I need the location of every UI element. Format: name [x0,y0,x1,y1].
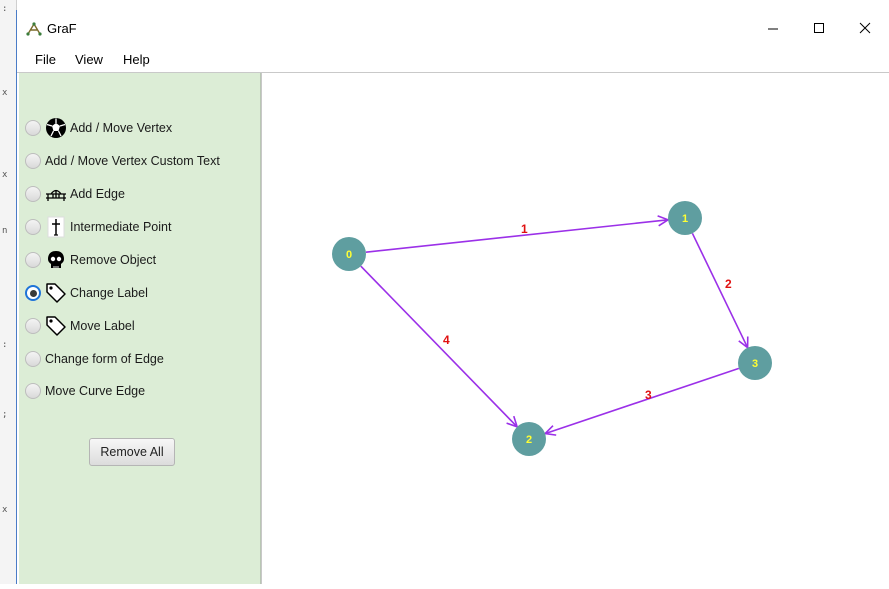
app-window: GraF File View Help Add / Move Vertex Ad… [16,10,889,584]
radio-add-edge[interactable] [25,186,41,202]
option-label: Add / Move Vertex Custom Text [45,154,220,168]
radio-add-move-vertex-custom-text[interactable] [25,153,41,169]
edge-3-2[interactable] [545,367,740,433]
menu-help[interactable]: Help [123,52,150,67]
radio-move-curve-edge[interactable] [25,383,41,399]
minimize-icon [768,28,778,30]
menu-file[interactable]: File [35,52,56,67]
maximize-icon [814,23,824,33]
option-label: Add Edge [70,187,125,201]
option-label: Remove Object [70,253,157,267]
close-button[interactable] [842,10,888,46]
option-label: Move Curve Edge [45,384,146,398]
graf-logo-icon [26,22,42,36]
option-label: Move Label [70,319,135,333]
graph-svg: 1 2 3 4 0 1 2 3 [332,201,772,456]
option-change-form-of-edge[interactable]: Change form of Edge [25,347,164,371]
graph-canvas[interactable]: 1 2 3 4 0 1 2 3 [263,73,889,584]
remove-all-button[interactable]: Remove All [89,438,175,466]
option-label: Change Label [70,286,148,300]
window-title: GraF [47,21,77,36]
option-intermediate-point[interactable]: Intermediate Point [25,215,171,239]
option-label: Intermediate Point [70,220,172,234]
background-window-strip: : x x n:; x [0,0,17,584]
minimize-button[interactable] [750,10,796,46]
option-add-move-vertex[interactable]: Add / Move Vertex [25,116,172,140]
tag-icon [45,282,67,304]
edge-label[interactable]: 1 [521,222,528,236]
skull-icon [45,249,67,271]
option-remove-object[interactable]: Remove Object [25,248,156,272]
tag-icon [45,315,67,337]
cross-icon [45,216,67,238]
vertex-label: 2 [526,434,532,446]
option-move-label[interactable]: Move Label [25,314,135,338]
option-label: Add / Move Vertex [70,121,173,135]
soccer-ball-icon [45,117,67,139]
radio-change-form-of-edge[interactable] [25,351,41,367]
menu-view[interactable]: View [75,52,103,67]
edge-label[interactable]: 2 [725,277,732,291]
edge-0-2[interactable] [360,265,517,427]
edge-label[interactable]: 3 [645,388,652,402]
vertex-label: 0 [346,249,352,261]
tool-sidebar: Add / Move Vertex Add / Move Vertex Cust… [19,73,261,584]
radio-selected-dot [29,289,37,297]
edge-0-1[interactable] [365,220,668,253]
radio-move-label[interactable] [25,318,41,334]
radio-remove-object[interactable] [25,252,41,268]
menu-bar: File View Help [17,46,889,73]
vertex-label: 1 [682,213,688,225]
bridge-icon [45,183,67,205]
radio-add-move-vertex[interactable] [25,120,41,136]
option-label: Change form of Edge [45,352,164,366]
vertex-label: 3 [752,358,758,370]
title-bar: GraF [17,10,889,46]
option-add-move-vertex-custom-text[interactable]: Add / Move Vertex Custom Text [25,149,220,173]
edge-label[interactable]: 4 [443,333,450,347]
radio-intermediate-point[interactable] [25,219,41,235]
option-change-label[interactable]: Change Label [25,281,148,305]
close-icon [859,22,871,34]
maximize-button[interactable] [796,10,842,46]
pane-splitter[interactable] [261,73,262,584]
option-move-curve-edge[interactable]: Move Curve Edge [25,379,145,403]
edge-1-3[interactable] [691,232,747,347]
radio-change-label[interactable] [25,285,41,301]
option-add-edge[interactable]: Add Edge [25,182,125,206]
